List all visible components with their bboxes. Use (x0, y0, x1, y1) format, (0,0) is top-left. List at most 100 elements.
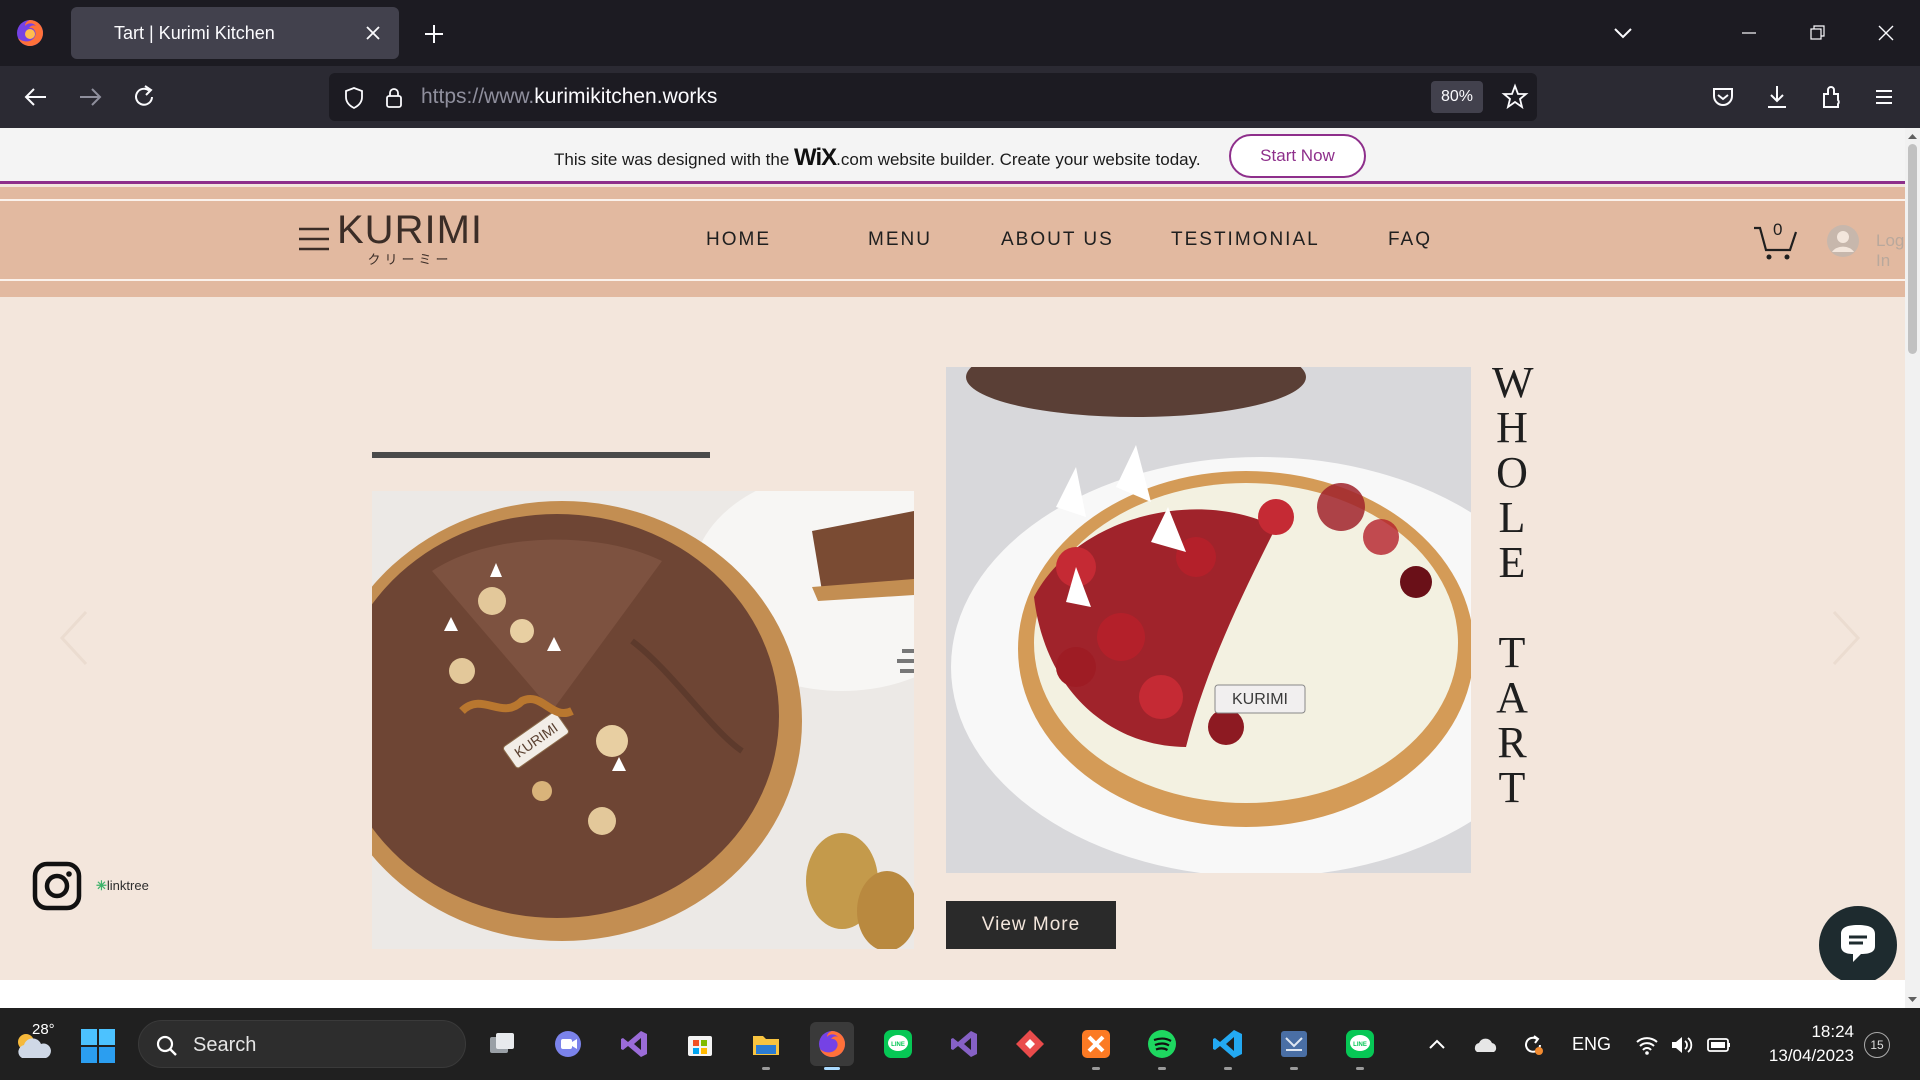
task-view-app[interactable] (480, 1022, 524, 1066)
sync-icon[interactable] (1520, 1032, 1546, 1058)
search-icon (156, 1035, 177, 1056)
close-window-icon[interactable] (1871, 18, 1901, 48)
menu-icon[interactable] (1868, 81, 1900, 113)
nav-faq[interactable]: FAQ (1388, 229, 1432, 251)
slide-prev-arrow-icon[interactable] (56, 608, 92, 668)
clock[interactable]: 18:24 13/04/2023 (1754, 1020, 1854, 1068)
chat-button[interactable] (1819, 906, 1897, 984)
remote-desktop-icon (1281, 1031, 1307, 1057)
onedrive-cloud-icon[interactable] (1472, 1032, 1498, 1058)
berry-cheesecake-tart-image: KURIMI (946, 367, 1471, 873)
start-now-button[interactable]: Start Now (1229, 134, 1366, 178)
git-app[interactable] (1008, 1022, 1052, 1066)
browser-tab-bar: Tart | Kurimi Kitchen (0, 0, 1920, 66)
slide-accent-bar (372, 452, 710, 458)
view-more-button[interactable]: View More (946, 901, 1116, 949)
visual-studio-icon (951, 1031, 977, 1057)
running-indicator (1158, 1067, 1166, 1070)
pocket-icon[interactable] (1707, 81, 1739, 113)
line-icon: LINE (1346, 1030, 1374, 1058)
running-indicator (1092, 1067, 1100, 1070)
linktree-link[interactable]: ✳linktree (96, 878, 149, 894)
windows-start-icon[interactable] (80, 1028, 116, 1064)
svg-text:LINE: LINE (1353, 1042, 1367, 1048)
url-bar[interactable]: https://www.kurimikitchen.works 80% (329, 73, 1537, 121)
tab-title: Tart | Kurimi Kitchen (114, 23, 275, 43)
weather-temp: 28° (32, 1021, 55, 1038)
running-indicator (1290, 1067, 1298, 1070)
notification-badge[interactable]: 15 (1864, 1032, 1890, 1058)
svg-text:LINE: LINE (891, 1042, 905, 1048)
wix-banner-text: This site was designed with the WiX.com … (554, 144, 1201, 171)
scroll-down-icon[interactable] (1906, 993, 1919, 1006)
nav-testimonial[interactable]: TESTIMONIAL (1171, 229, 1320, 251)
kurimi-logo[interactable]: KURIMI クリーミー (337, 208, 483, 268)
xampp-app[interactable] (1074, 1022, 1118, 1070)
battery-icon[interactable] (1706, 1032, 1732, 1058)
download-icon[interactable] (1761, 81, 1793, 113)
line-app[interactable]: LINE (876, 1022, 920, 1066)
shield-icon[interactable] (341, 85, 367, 111)
chevron-down-icon[interactable] (1610, 20, 1636, 46)
avatar-icon[interactable] (1826, 224, 1860, 258)
header-divider (0, 199, 1905, 201)
visual-studio-app[interactable] (612, 1022, 656, 1066)
forward-icon[interactable] (74, 81, 106, 113)
next-section-edge (0, 980, 1905, 1008)
line-2-app[interactable]: LINE (1338, 1022, 1382, 1070)
teams-app[interactable] (546, 1022, 590, 1066)
spotify-app[interactable] (1140, 1022, 1184, 1070)
tab-kurimi-kitchen[interactable]: Tart | Kurimi Kitchen (71, 7, 399, 59)
visual-studio-icon (621, 1031, 647, 1057)
instagram-icon[interactable] (32, 861, 82, 911)
firefox-icon[interactable] (14, 17, 46, 49)
microsoft-store-app[interactable] (678, 1022, 722, 1066)
active-indicator (824, 1067, 840, 1070)
restore-icon[interactable] (1802, 18, 1832, 48)
page-viewport: This site was designed with the WiX.com … (0, 128, 1920, 1008)
close-tab-icon[interactable] (361, 21, 385, 45)
visual-studio-2-app[interactable] (942, 1022, 986, 1066)
cart-count: 0 (1773, 220, 1783, 239)
slide-next-arrow-icon[interactable] (1828, 608, 1864, 668)
lock-icon[interactable] (381, 85, 407, 111)
linktree-icon: ✳ (96, 878, 107, 893)
browser-nav-bar: https://www.kurimikitchen.works 80% (0, 66, 1920, 128)
teams-icon (555, 1031, 581, 1057)
new-tab-icon[interactable] (420, 20, 448, 48)
folder-icon (753, 1036, 779, 1055)
language-indicator[interactable]: ENG (1572, 1034, 1611, 1055)
remote-desktop-app[interactable] (1272, 1022, 1316, 1070)
firefox-app[interactable] (810, 1022, 854, 1070)
minimize-icon[interactable] (1734, 18, 1764, 48)
vscode-icon (1213, 1030, 1242, 1058)
tart-plaque-text: KURIMI (1232, 691, 1288, 708)
taskbar-search[interactable]: Search (138, 1020, 466, 1068)
file-explorer-app[interactable] (744, 1022, 788, 1070)
hamburger-menu-icon[interactable] (298, 224, 330, 254)
bookmark-star-icon[interactable] (1501, 83, 1529, 111)
wix-banner: This site was designed with the WiX.com … (0, 128, 1920, 184)
reload-icon[interactable] (128, 81, 160, 113)
scroll-up-icon[interactable] (1906, 130, 1919, 143)
scrollbar-thumb[interactable] (1908, 144, 1917, 354)
url-text[interactable]: https://www.kurimikitchen.works (421, 85, 717, 109)
volume-icon[interactable] (1668, 1032, 1694, 1058)
nav-menu[interactable]: MENU (868, 229, 932, 251)
back-icon[interactable] (20, 81, 52, 113)
nav-about-us[interactable]: ABOUT US (1001, 229, 1114, 251)
extensions-icon[interactable] (1815, 81, 1847, 113)
zoom-level-badge[interactable]: 80% (1431, 81, 1483, 113)
vscode-app[interactable] (1206, 1022, 1250, 1070)
running-indicator (762, 1067, 770, 1070)
git-diamond-icon (1016, 1030, 1044, 1058)
running-indicator (1224, 1067, 1232, 1070)
spotify-icon (1148, 1030, 1176, 1058)
nav-home[interactable]: HOME (706, 229, 771, 251)
site-header (0, 187, 1905, 297)
store-icon (688, 1036, 712, 1056)
wifi-icon[interactable] (1634, 1032, 1660, 1058)
line-icon: LINE (884, 1030, 912, 1058)
chevron-up-icon[interactable] (1424, 1032, 1450, 1058)
firefox-taskbar-icon (819, 1031, 845, 1057)
